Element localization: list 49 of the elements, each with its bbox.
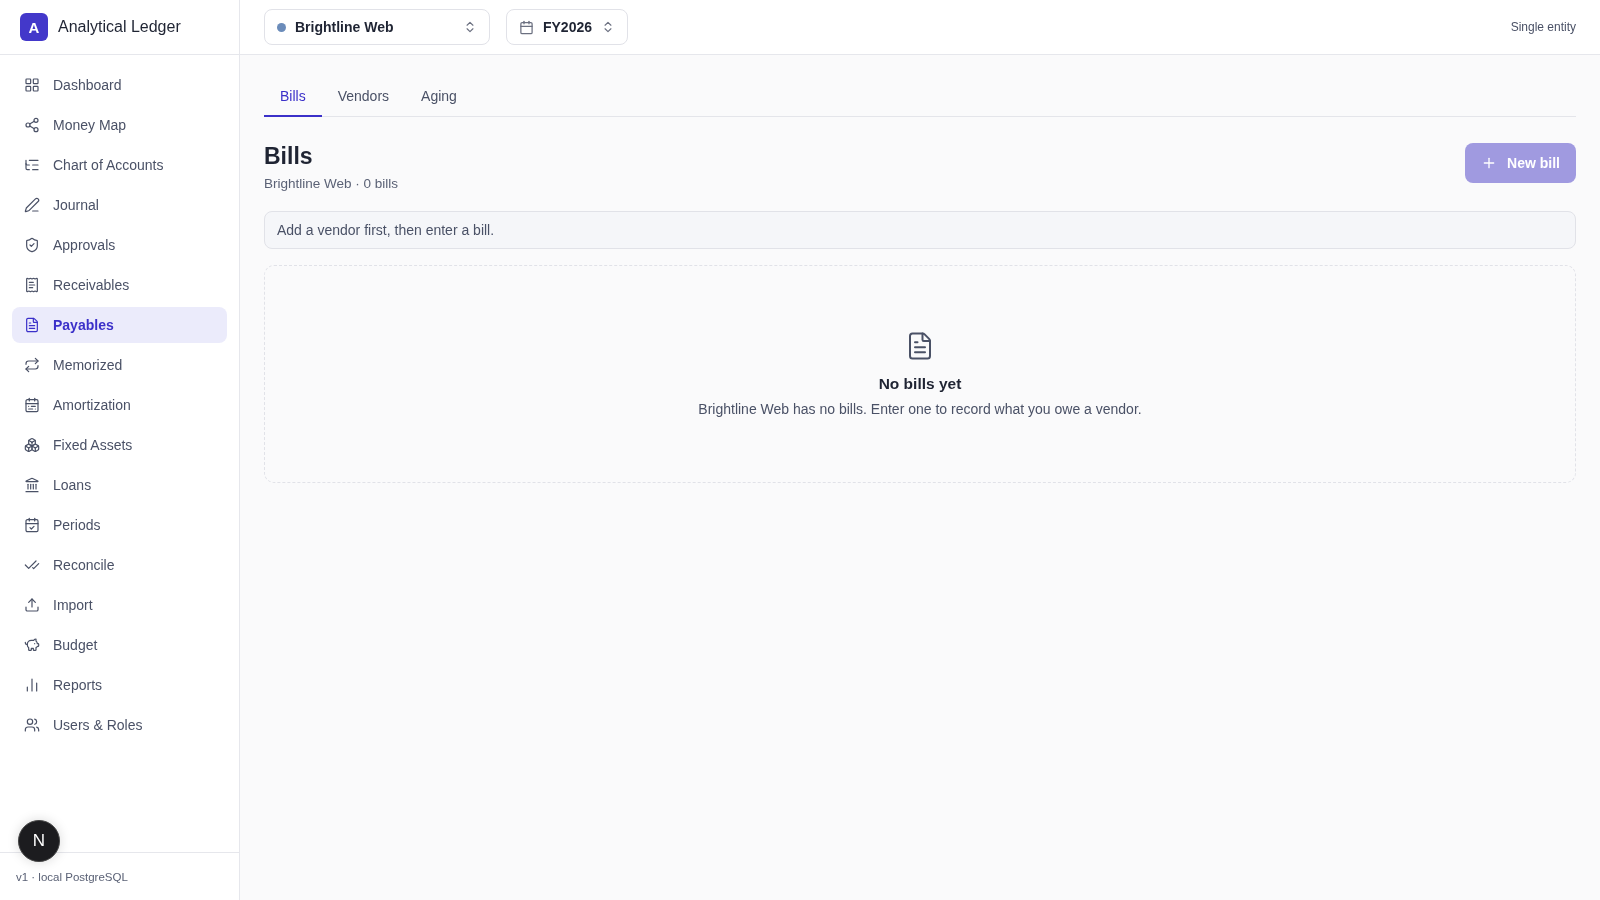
sidebar-item[interactable]: Reconcile xyxy=(12,547,227,583)
dev-tools-button[interactable]: N xyxy=(18,820,60,862)
page-subtitle: Brightline Web · 0 bills xyxy=(264,176,399,191)
sidebar-item[interactable]: Fixed Assets xyxy=(12,427,227,463)
notice-banner: Add a vendor first, then enter a bill. xyxy=(264,211,1576,249)
app-name: Analytical Ledger xyxy=(58,18,181,36)
receipt-icon xyxy=(24,277,40,293)
bank-icon xyxy=(24,477,40,493)
sidebar-item[interactable]: Import xyxy=(12,587,227,623)
boxes-icon xyxy=(24,437,40,453)
pen-icon xyxy=(24,197,40,213)
sidebar-item[interactable]: Budget xyxy=(12,627,227,663)
upload-icon xyxy=(24,597,40,613)
sidebar-item[interactable]: Payables xyxy=(12,307,227,343)
document-icon xyxy=(24,317,40,333)
sidebar-item[interactable]: Dashboard xyxy=(12,67,227,103)
sidebar-item[interactable]: Chart of Accounts xyxy=(12,147,227,183)
period-select[interactable]: FY2026 xyxy=(506,9,628,45)
calendar-icon xyxy=(519,19,534,35)
grid-icon xyxy=(24,77,40,93)
sidebar-item[interactable]: Users & Roles xyxy=(12,707,227,743)
version-text: v1 · local PostgreSQL xyxy=(16,870,128,883)
entity-mode-label: Single entity xyxy=(1510,20,1576,34)
piggy-bank-icon xyxy=(24,637,40,653)
sidebar-item[interactable]: Memorized xyxy=(12,347,227,383)
tab[interactable]: Aging xyxy=(405,77,473,117)
sidebar-item[interactable]: Loans xyxy=(12,467,227,503)
shield-icon xyxy=(24,237,40,253)
tab[interactable]: Bills xyxy=(264,77,322,117)
tab[interactable]: Vendors xyxy=(321,77,406,117)
sidebar-item[interactable]: Receivables xyxy=(12,267,227,303)
sidebar-item[interactable]: Journal xyxy=(12,187,227,223)
sidebar-item[interactable]: Amortization xyxy=(12,387,227,423)
sidebar-item[interactable]: Money Map xyxy=(12,107,227,143)
list-tree-icon xyxy=(24,157,40,173)
calendar-icon xyxy=(24,397,40,413)
empty-state-text: Brightline Web has no bills. Enter one to record what you owe a vendor. xyxy=(698,401,1142,417)
users-icon xyxy=(24,717,40,733)
sidebar-item[interactable]: Approvals xyxy=(12,227,227,263)
sidebar-item[interactable]: Periods xyxy=(12,507,227,543)
page-title: Bills xyxy=(264,143,314,170)
calendar-check-icon xyxy=(24,517,40,533)
repeat-icon xyxy=(24,357,40,373)
share-icon xyxy=(24,117,40,133)
entity-select[interactable]: Brightline Web xyxy=(264,9,490,45)
app-logo: A xyxy=(20,13,48,41)
sidebar-item[interactable]: Reports xyxy=(12,667,227,703)
bar-chart-icon xyxy=(24,677,40,693)
empty-state-title: No bills yet xyxy=(878,375,962,393)
